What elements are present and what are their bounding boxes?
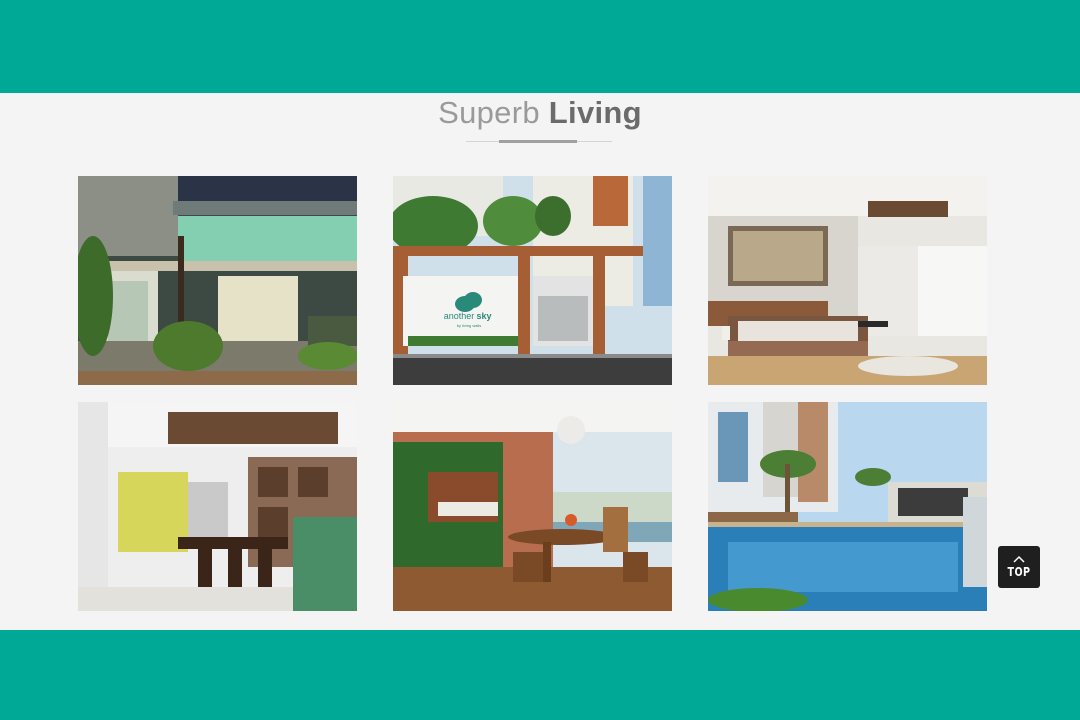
footer-band bbox=[0, 630, 1080, 720]
section-title-light: Superb bbox=[438, 95, 540, 130]
gallery-image-bedroom[interactable] bbox=[708, 176, 987, 385]
exterior-image bbox=[78, 176, 357, 385]
gallery-image-exterior[interactable] bbox=[78, 176, 357, 385]
back-to-top-label: TOP bbox=[1007, 565, 1031, 579]
pool-image bbox=[708, 402, 987, 611]
chevron-up-icon bbox=[1013, 555, 1025, 563]
sign-text-sky: sky bbox=[476, 311, 491, 321]
sign-text-byline: by living walls bbox=[457, 323, 481, 328]
section-title-bold: Living bbox=[548, 95, 642, 130]
bedroom-image bbox=[708, 176, 987, 385]
title-divider-accent bbox=[499, 140, 577, 143]
gallery-image-pool[interactable] bbox=[708, 402, 987, 611]
gallery-image-entrance[interactable]: another sky by living walls bbox=[393, 176, 672, 385]
header-band bbox=[0, 0, 1080, 93]
gallery-image-dining[interactable] bbox=[78, 402, 357, 611]
back-to-top-button[interactable]: TOP bbox=[998, 546, 1040, 588]
section-title: Superb Living bbox=[0, 94, 1080, 132]
balcony-image bbox=[393, 402, 672, 611]
gallery-image-balcony[interactable] bbox=[393, 402, 672, 611]
sign-text-another: another bbox=[444, 311, 475, 321]
dining-image bbox=[78, 402, 357, 611]
entrance-image: another sky by living walls bbox=[393, 176, 672, 385]
